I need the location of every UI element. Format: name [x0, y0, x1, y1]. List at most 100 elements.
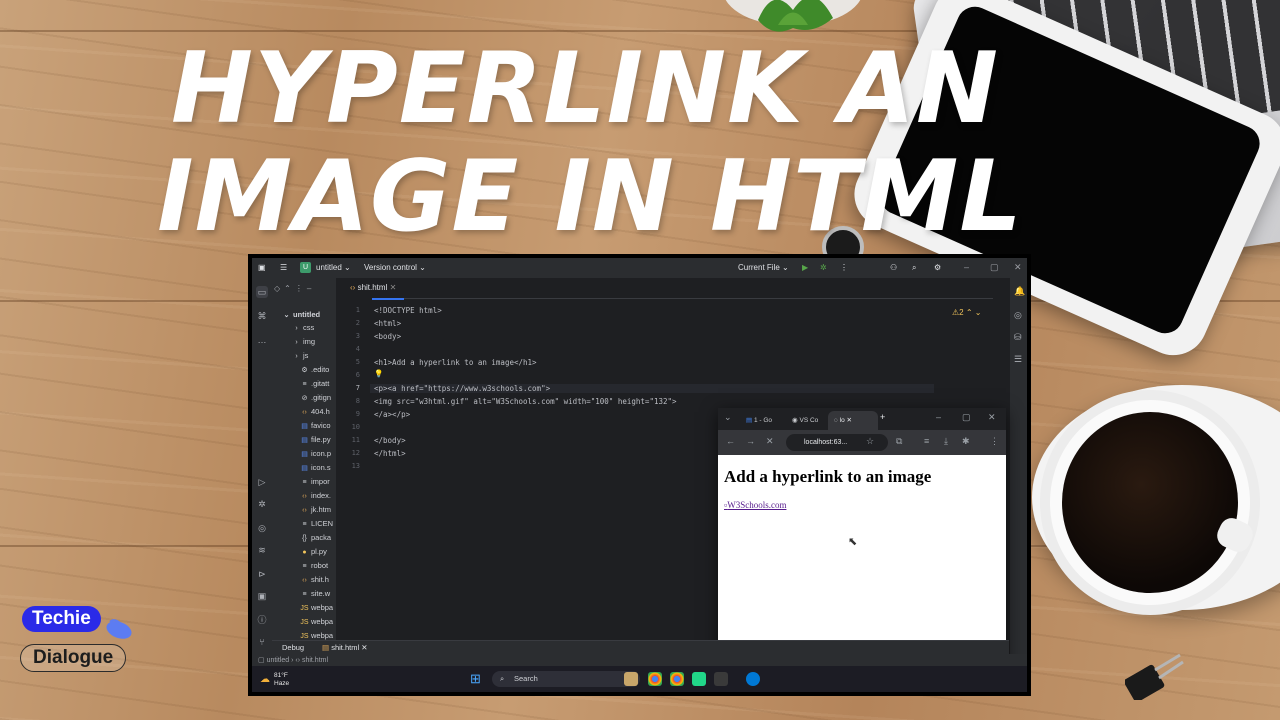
tree-item[interactable]: ≡ impor	[300, 475, 329, 488]
coffee-cup-decoration	[1040, 390, 1260, 615]
ai-assistant-icon[interactable]: ◎	[1014, 310, 1022, 321]
tree-item[interactable]: ▤ file.py	[300, 433, 330, 446]
run-icon[interactable]: ▶	[802, 263, 808, 272]
tree-item[interactable]: ‹› index.	[300, 489, 331, 502]
breadcrumb[interactable]: ▢ untitled › ‹› shit.html	[258, 656, 328, 664]
browser-tab[interactable]: ◉ VS Co	[786, 411, 830, 430]
tree-item[interactable]: {} packa	[300, 531, 331, 544]
folder-icon[interactable]: ▭	[256, 286, 268, 298]
add-user-icon[interactable]: ⚇	[890, 263, 897, 272]
browser-tab-active[interactable]: ◌ lo ✕	[828, 411, 878, 430]
tree-item[interactable]: ⊘ .gitign	[300, 391, 331, 404]
tree-item[interactable]: › js	[292, 349, 308, 362]
line-number: 1	[355, 306, 360, 314]
bookmark-star-icon[interactable]: ☆	[866, 436, 874, 447]
chrome-icon[interactable]	[648, 672, 662, 686]
download-icon[interactable]: ⤓	[944, 436, 948, 447]
main-menu-icon[interactable]: ☰	[280, 263, 287, 272]
debug-panel-icon[interactable]: ✲	[256, 498, 268, 510]
debug-tab[interactable]: Debug	[282, 643, 304, 652]
line-number: 13	[351, 462, 360, 470]
lightbulb-icon[interactable]: 💡	[374, 369, 383, 378]
editor-tab-bar: ‹› shit.html ✕	[336, 278, 993, 300]
tree-item[interactable]: ▤ icon.p	[300, 447, 331, 460]
line-number: 12	[351, 449, 360, 457]
close-icon[interactable]: ✕	[1014, 262, 1022, 273]
image-hyperlink[interactable]: ▫W3Schools.com	[724, 500, 786, 510]
problems-icon[interactable]: ⓘ	[256, 614, 268, 626]
run-panel-icon[interactable]: ▷	[256, 476, 268, 488]
debug-session-tab[interactable]: ▤ shit.html ✕	[322, 643, 368, 652]
more-tools-icon[interactable]: …	[256, 334, 268, 346]
minimize-icon[interactable]: –	[964, 262, 969, 272]
tree-item[interactable]: ‹› jk.htm	[300, 503, 331, 516]
project-switcher[interactable]: untitled ⌄	[316, 263, 351, 272]
puzzle-icon[interactable]: ✱	[962, 436, 970, 447]
tree-item[interactable]: ● pl.py	[300, 545, 326, 558]
extensions-icon[interactable]: ⧉	[896, 436, 902, 447]
git-icon[interactable]: ⑂	[256, 636, 268, 648]
new-tab-icon[interactable]: +	[880, 412, 885, 422]
ide-tool-sidebar: ▭ ⌘ … ▷ ✲ ◎ ≋ ⊳ ▣ ⓘ ⑂	[252, 278, 273, 660]
terminal-icon[interactable]: ▣	[256, 590, 268, 602]
warning-indicator[interactable]: ⚠2 ⌃ ⌄	[952, 308, 981, 317]
editor-tab-active[interactable]: ‹› shit.html ✕	[342, 278, 405, 300]
stop-icon[interactable]: ✕	[766, 436, 774, 447]
code-line: <h1>Add a hyperlink to an image</h1>	[374, 358, 537, 367]
tree-item[interactable]: ≡ LICEN	[300, 517, 333, 530]
layers-icon[interactable]: ≋	[256, 544, 268, 556]
line-number: 9	[355, 410, 360, 418]
tree-item[interactable]: ▤ icon.s	[300, 461, 330, 474]
maximize-icon[interactable]: ▢	[990, 262, 999, 273]
structure-icon[interactable]: ⌘	[256, 310, 268, 322]
forward-icon[interactable]: →	[746, 436, 755, 446]
browser-close-icon[interactable]: ✕	[988, 412, 996, 423]
settings-gear-icon[interactable]: ⚙	[934, 263, 941, 272]
skype-icon[interactable]	[746, 672, 760, 686]
tree-item[interactable]: JS webpa	[300, 601, 333, 614]
tree-root[interactable]: ⌄ untitled	[282, 308, 321, 321]
project-tree-panel: ◇⌃⋮– ⌄ untitled › css › img › js ⚙ .edito ≡ .g…	[272, 278, 337, 640]
browser-minimize-icon[interactable]: –	[936, 412, 941, 422]
tree-toolbar[interactable]: ◇⌃⋮–	[274, 284, 315, 293]
back-icon[interactable]: ←	[726, 436, 735, 446]
notifications-icon[interactable]: 🔔	[1014, 286, 1025, 297]
tree-item[interactable]: ≡ .gitatt	[300, 377, 329, 390]
tab-search-icon[interactable]: ⌄	[724, 412, 732, 423]
ide-titlebar: ▣ ☰ U untitled ⌄ Version control ⌄ Curre…	[252, 258, 1027, 279]
app-icon[interactable]	[714, 672, 728, 686]
services-icon[interactable]: ◎	[256, 522, 268, 534]
weather-widget[interactable]: 81°F Haze	[274, 672, 289, 688]
tree-item[interactable]: ‹› 404.h	[300, 405, 330, 418]
code-line: </html>	[374, 449, 406, 458]
browser-menu-icon[interactable]: ⋮	[990, 436, 999, 447]
database-icon[interactable]: ⛁	[1014, 332, 1022, 343]
more-icon[interactable]: ⋮	[840, 263, 848, 272]
media-icon[interactable]: ≡	[924, 436, 929, 446]
weather-icon: ☁	[260, 674, 270, 685]
tree-item[interactable]: ‹› shit.h	[300, 573, 329, 586]
run-config-select[interactable]: Current File ⌄	[738, 263, 789, 272]
code-line: <body>	[374, 332, 402, 341]
browser-tab[interactable]: ▤ 1 - Go	[740, 411, 786, 430]
widget-icon[interactable]	[624, 672, 638, 686]
tree-item[interactable]: ▤ favico	[300, 419, 330, 432]
start-icon[interactable]: ⊞	[470, 671, 481, 687]
tree-item[interactable]: › css	[292, 321, 314, 334]
taskbar-search[interactable]: ⌕ Search	[492, 671, 640, 687]
pycharm-icon[interactable]	[692, 672, 706, 686]
tree-item[interactable]: › img	[292, 335, 315, 348]
debug-icon[interactable]: ✲	[820, 263, 827, 272]
outline-icon[interactable]: ☰	[1014, 354, 1022, 365]
tree-item[interactable]: ≡ site.w	[300, 587, 330, 600]
chrome-icon[interactable]	[670, 672, 684, 686]
tree-item[interactable]: JS webpa	[300, 629, 333, 640]
search-icon[interactable]: ⌕	[912, 263, 916, 273]
tree-item[interactable]: ≡ robot	[300, 559, 328, 572]
tree-item[interactable]: ⚙ .edito	[300, 363, 329, 376]
browser-maximize-icon[interactable]: ▢	[962, 412, 971, 423]
tree-item[interactable]: JS webpa	[300, 615, 333, 628]
python-console-icon[interactable]: ⊳	[256, 568, 268, 580]
vcs-menu[interactable]: Version control ⌄	[364, 263, 426, 272]
line-number: 3	[355, 332, 360, 340]
